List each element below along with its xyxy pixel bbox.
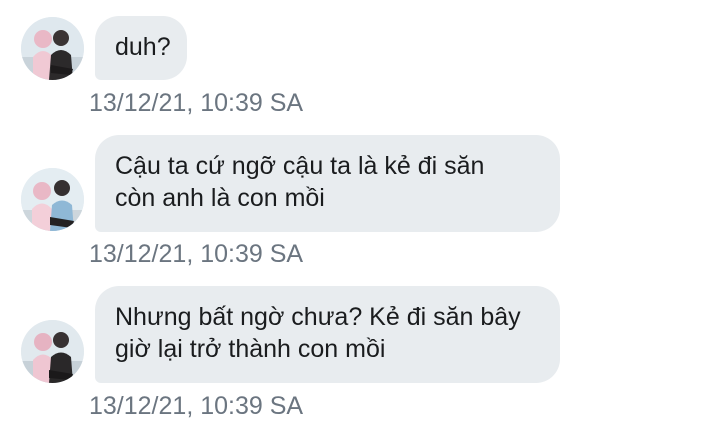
avatar[interactable] [21,168,84,231]
avatar[interactable] [21,320,84,383]
message-thread: duh? 13/12/21, 10:39 SA Cậu ta cứ ngỡ cậ… [0,0,720,425]
user-avatar-icon [21,168,84,231]
message-text-line: Cậu ta cứ ngỡ cậu ta là kẻ đi săn [115,152,485,180]
message-text-line: giờ lại trở thành con mồi [115,335,386,363]
message-timestamp: 13/12/21, 10:39 SA [89,89,304,117]
message-text-line: Nhưng bất ngờ chưa? Kẻ đi săn bây [115,303,521,331]
message-timestamp: 13/12/21, 10:39 SA [89,392,304,420]
user-avatar-icon [21,17,84,80]
message-timestamp: 13/12/21, 10:39 SA [89,240,304,268]
message-text-line: còn anh là con mồi [115,184,325,212]
avatar[interactable] [21,17,84,80]
message-text-line: duh? [115,33,171,61]
message-bubble[interactable]: Nhưng bất ngờ chưa? Kẻ đi săn bây giờ lạ… [95,286,560,383]
message-bubble[interactable]: duh? [95,16,187,80]
message-bubble[interactable]: Cậu ta cứ ngỡ cậu ta là kẻ đi săn còn an… [95,135,560,232]
user-avatar-icon [21,320,84,383]
